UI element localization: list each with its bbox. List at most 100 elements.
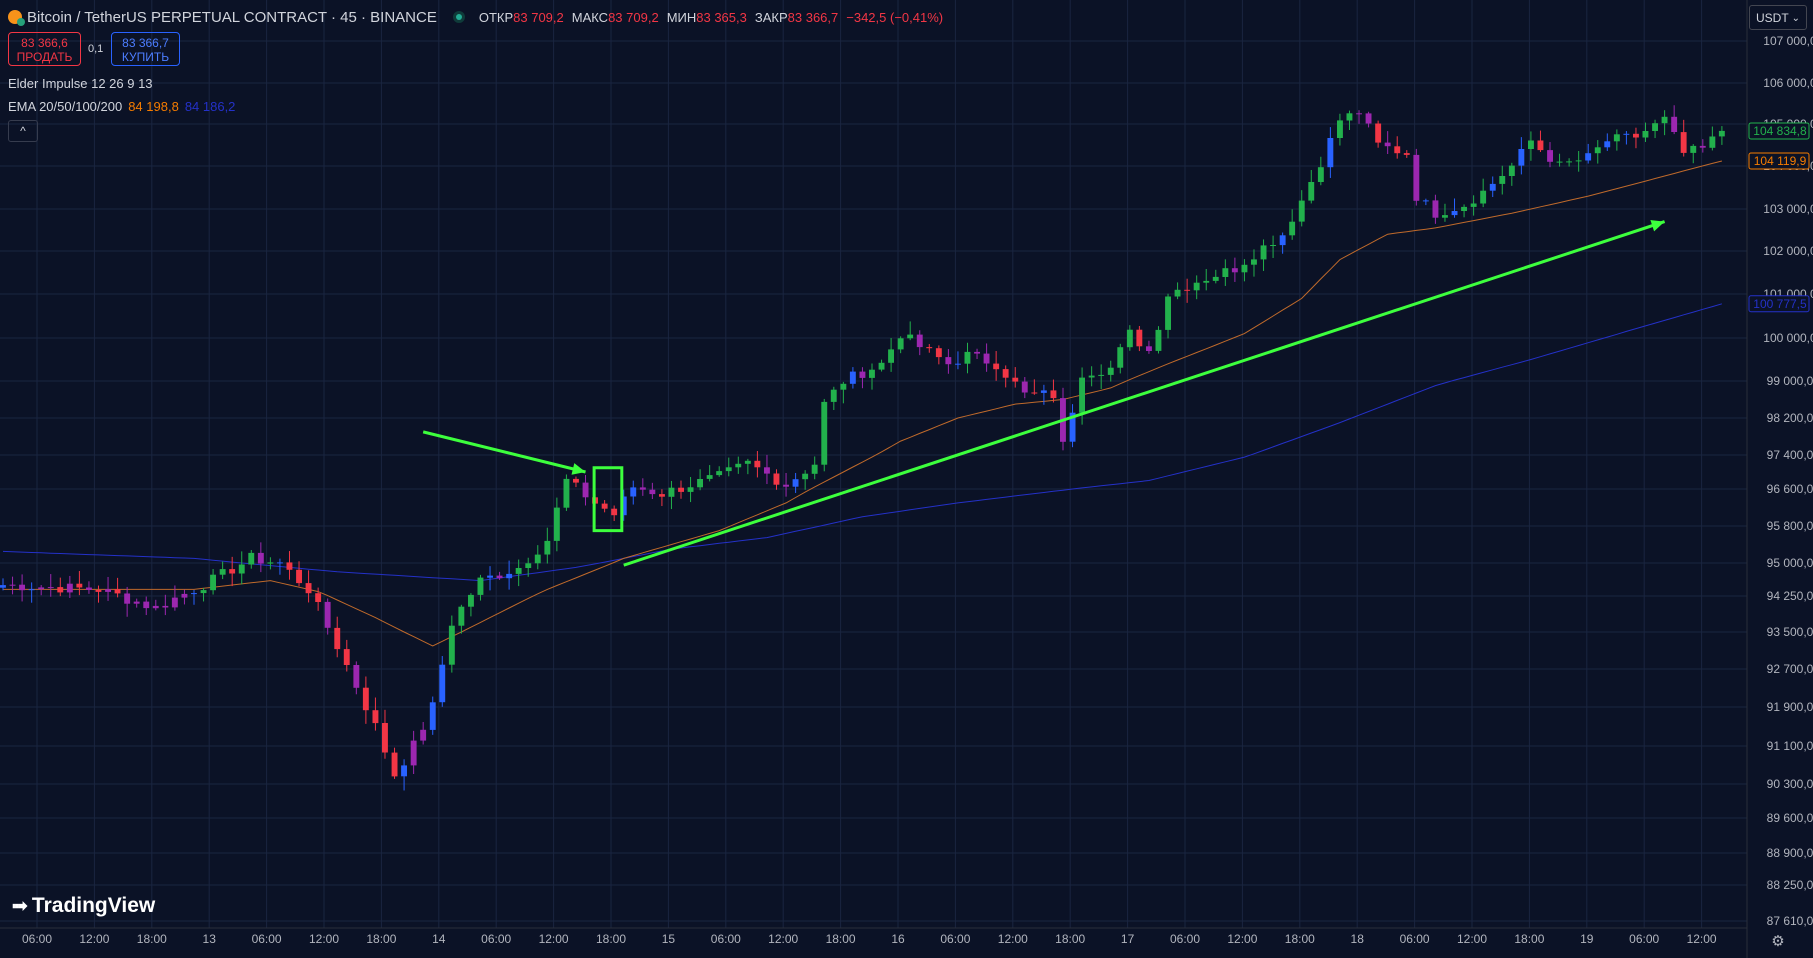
candle-body bbox=[458, 606, 465, 626]
candle-body bbox=[382, 723, 388, 753]
time-tick-label: 06:00 bbox=[252, 932, 282, 946]
price-tick-label: 94 250,0 bbox=[1767, 589, 1813, 603]
candle-body bbox=[678, 487, 684, 492]
open-value: 83 709,2 bbox=[513, 9, 564, 25]
candle-body bbox=[1422, 200, 1429, 202]
candle-body bbox=[1270, 245, 1276, 246]
candle-body bbox=[181, 593, 188, 598]
price-chart[interactable]: 107 000,0106 000,0105 000,0104 000,0103 … bbox=[0, 0, 1813, 958]
candle-body bbox=[1337, 120, 1343, 138]
price-axis: 107 000,0106 000,0105 000,0104 000,0103 … bbox=[1746, 0, 1813, 958]
price-tick-label: 91 100,0 bbox=[1767, 739, 1813, 753]
candle-body bbox=[468, 594, 474, 607]
open-label: ОТКР bbox=[478, 9, 514, 25]
candle-body bbox=[735, 463, 742, 468]
candle-body bbox=[1690, 145, 1697, 153]
candle-body bbox=[1566, 161, 1572, 163]
price-tick-label: 97 400,0 bbox=[1767, 448, 1813, 462]
candle-body bbox=[869, 369, 875, 378]
candle-body bbox=[563, 478, 570, 508]
ema-legend[interactable]: EMA 20/50/100/200 84 198,8 84 186,2 bbox=[8, 99, 235, 114]
candle-body bbox=[1203, 280, 1210, 283]
candle-body bbox=[840, 383, 847, 390]
time-tick-label: 18 bbox=[1351, 932, 1365, 946]
elder-impulse-legend[interactable]: Elder Impulse 12 26 9 13 bbox=[8, 76, 153, 91]
time-tick-label: 12:00 bbox=[1227, 932, 1257, 946]
candle-body bbox=[401, 765, 407, 777]
candle-body bbox=[1718, 130, 1725, 137]
candle-body bbox=[955, 363, 961, 365]
candle-body bbox=[1165, 296, 1171, 330]
candle-body bbox=[171, 597, 178, 608]
candle-body bbox=[1365, 113, 1372, 124]
candle-body bbox=[1079, 377, 1085, 413]
candle-body bbox=[1442, 215, 1448, 218]
candle-body bbox=[697, 479, 703, 488]
candle-body bbox=[926, 347, 933, 349]
candle-body bbox=[1547, 150, 1553, 162]
candle-body bbox=[993, 363, 1000, 370]
candle-body bbox=[1356, 113, 1362, 115]
candle-body bbox=[1212, 276, 1219, 281]
candle-body bbox=[362, 687, 369, 711]
candle-body bbox=[1451, 211, 1458, 216]
time-tick-label: 06:00 bbox=[940, 932, 970, 946]
candle-body bbox=[238, 564, 245, 574]
candle-body bbox=[1231, 268, 1238, 273]
candle-body bbox=[95, 590, 102, 592]
candle-body bbox=[229, 569, 236, 574]
price-tick-label: 89 600,0 bbox=[1767, 811, 1813, 825]
ema-slow-path bbox=[2, 303, 1723, 582]
candle-body bbox=[1222, 268, 1229, 277]
time-axis: 06:00 12:00 18:00 13 06:00 12:00 18:00 14 06:00 1… bbox=[0, 927, 1747, 946]
price-tick-label: 88 250,0 bbox=[1767, 878, 1813, 892]
candle-body bbox=[534, 554, 541, 564]
annotation-arrow-line bbox=[623, 220, 1666, 567]
currency-select[interactable]: USDT ⌄ bbox=[1749, 5, 1807, 30]
candle-body bbox=[439, 664, 446, 703]
candle-body bbox=[1184, 289, 1191, 291]
candle-body bbox=[1031, 392, 1038, 394]
market-status-icon bbox=[452, 11, 465, 23]
time-tick-label: 18:00 bbox=[1285, 932, 1315, 946]
change-value: −342,5 (−0,41%) bbox=[846, 9, 944, 25]
candle-body bbox=[849, 371, 856, 384]
candle-body bbox=[792, 479, 799, 487]
low-value: 83 365,3 bbox=[696, 9, 747, 25]
settings-icon[interactable]: ⚙ bbox=[1769, 933, 1787, 951]
candle-body bbox=[143, 601, 150, 609]
candle-body bbox=[1432, 200, 1439, 218]
price-tick-label: 95 800,0 bbox=[1767, 519, 1813, 533]
candle-body bbox=[315, 593, 322, 602]
price-tick-label: 87 610,0 bbox=[1767, 914, 1813, 928]
candle-body bbox=[573, 478, 579, 483]
candle-body bbox=[1002, 369, 1009, 378]
time-tick-label: 06:00 bbox=[481, 932, 511, 946]
candle-body bbox=[296, 569, 302, 584]
high-label: МАКС bbox=[571, 9, 609, 25]
candle-body bbox=[76, 583, 83, 588]
collapse-legend-button[interactable]: ^ bbox=[8, 120, 38, 142]
candle-body bbox=[152, 605, 159, 609]
candle-body bbox=[1613, 134, 1620, 142]
candle-body bbox=[1556, 161, 1563, 163]
candle-body bbox=[1671, 116, 1678, 132]
candle-body bbox=[1260, 245, 1267, 260]
candle-body bbox=[1394, 146, 1401, 154]
candle-body bbox=[1241, 264, 1248, 273]
bitcoin-icon bbox=[8, 10, 25, 26]
candle-body bbox=[1489, 183, 1496, 191]
candle-body bbox=[1575, 160, 1582, 162]
candle-body bbox=[649, 489, 656, 495]
sell-button[interactable]: 83 366,6 ПРОДАТЬ bbox=[8, 32, 81, 66]
candle-body bbox=[1585, 153, 1592, 161]
symbol-title[interactable]: Bitcoin / TetherUS PERPETUAL CONTRACT · … bbox=[27, 9, 437, 26]
candle-body bbox=[725, 467, 732, 472]
candle-body bbox=[410, 740, 417, 766]
candle-body bbox=[764, 467, 770, 474]
time-tick-label: 12:00 bbox=[1457, 932, 1487, 946]
buy-button[interactable]: 83 366,7 КУПИТЬ bbox=[111, 32, 180, 66]
high-value: 83 709,2 bbox=[608, 9, 659, 25]
candle-body bbox=[267, 562, 274, 564]
time-tick-label: 18:00 bbox=[137, 932, 167, 946]
